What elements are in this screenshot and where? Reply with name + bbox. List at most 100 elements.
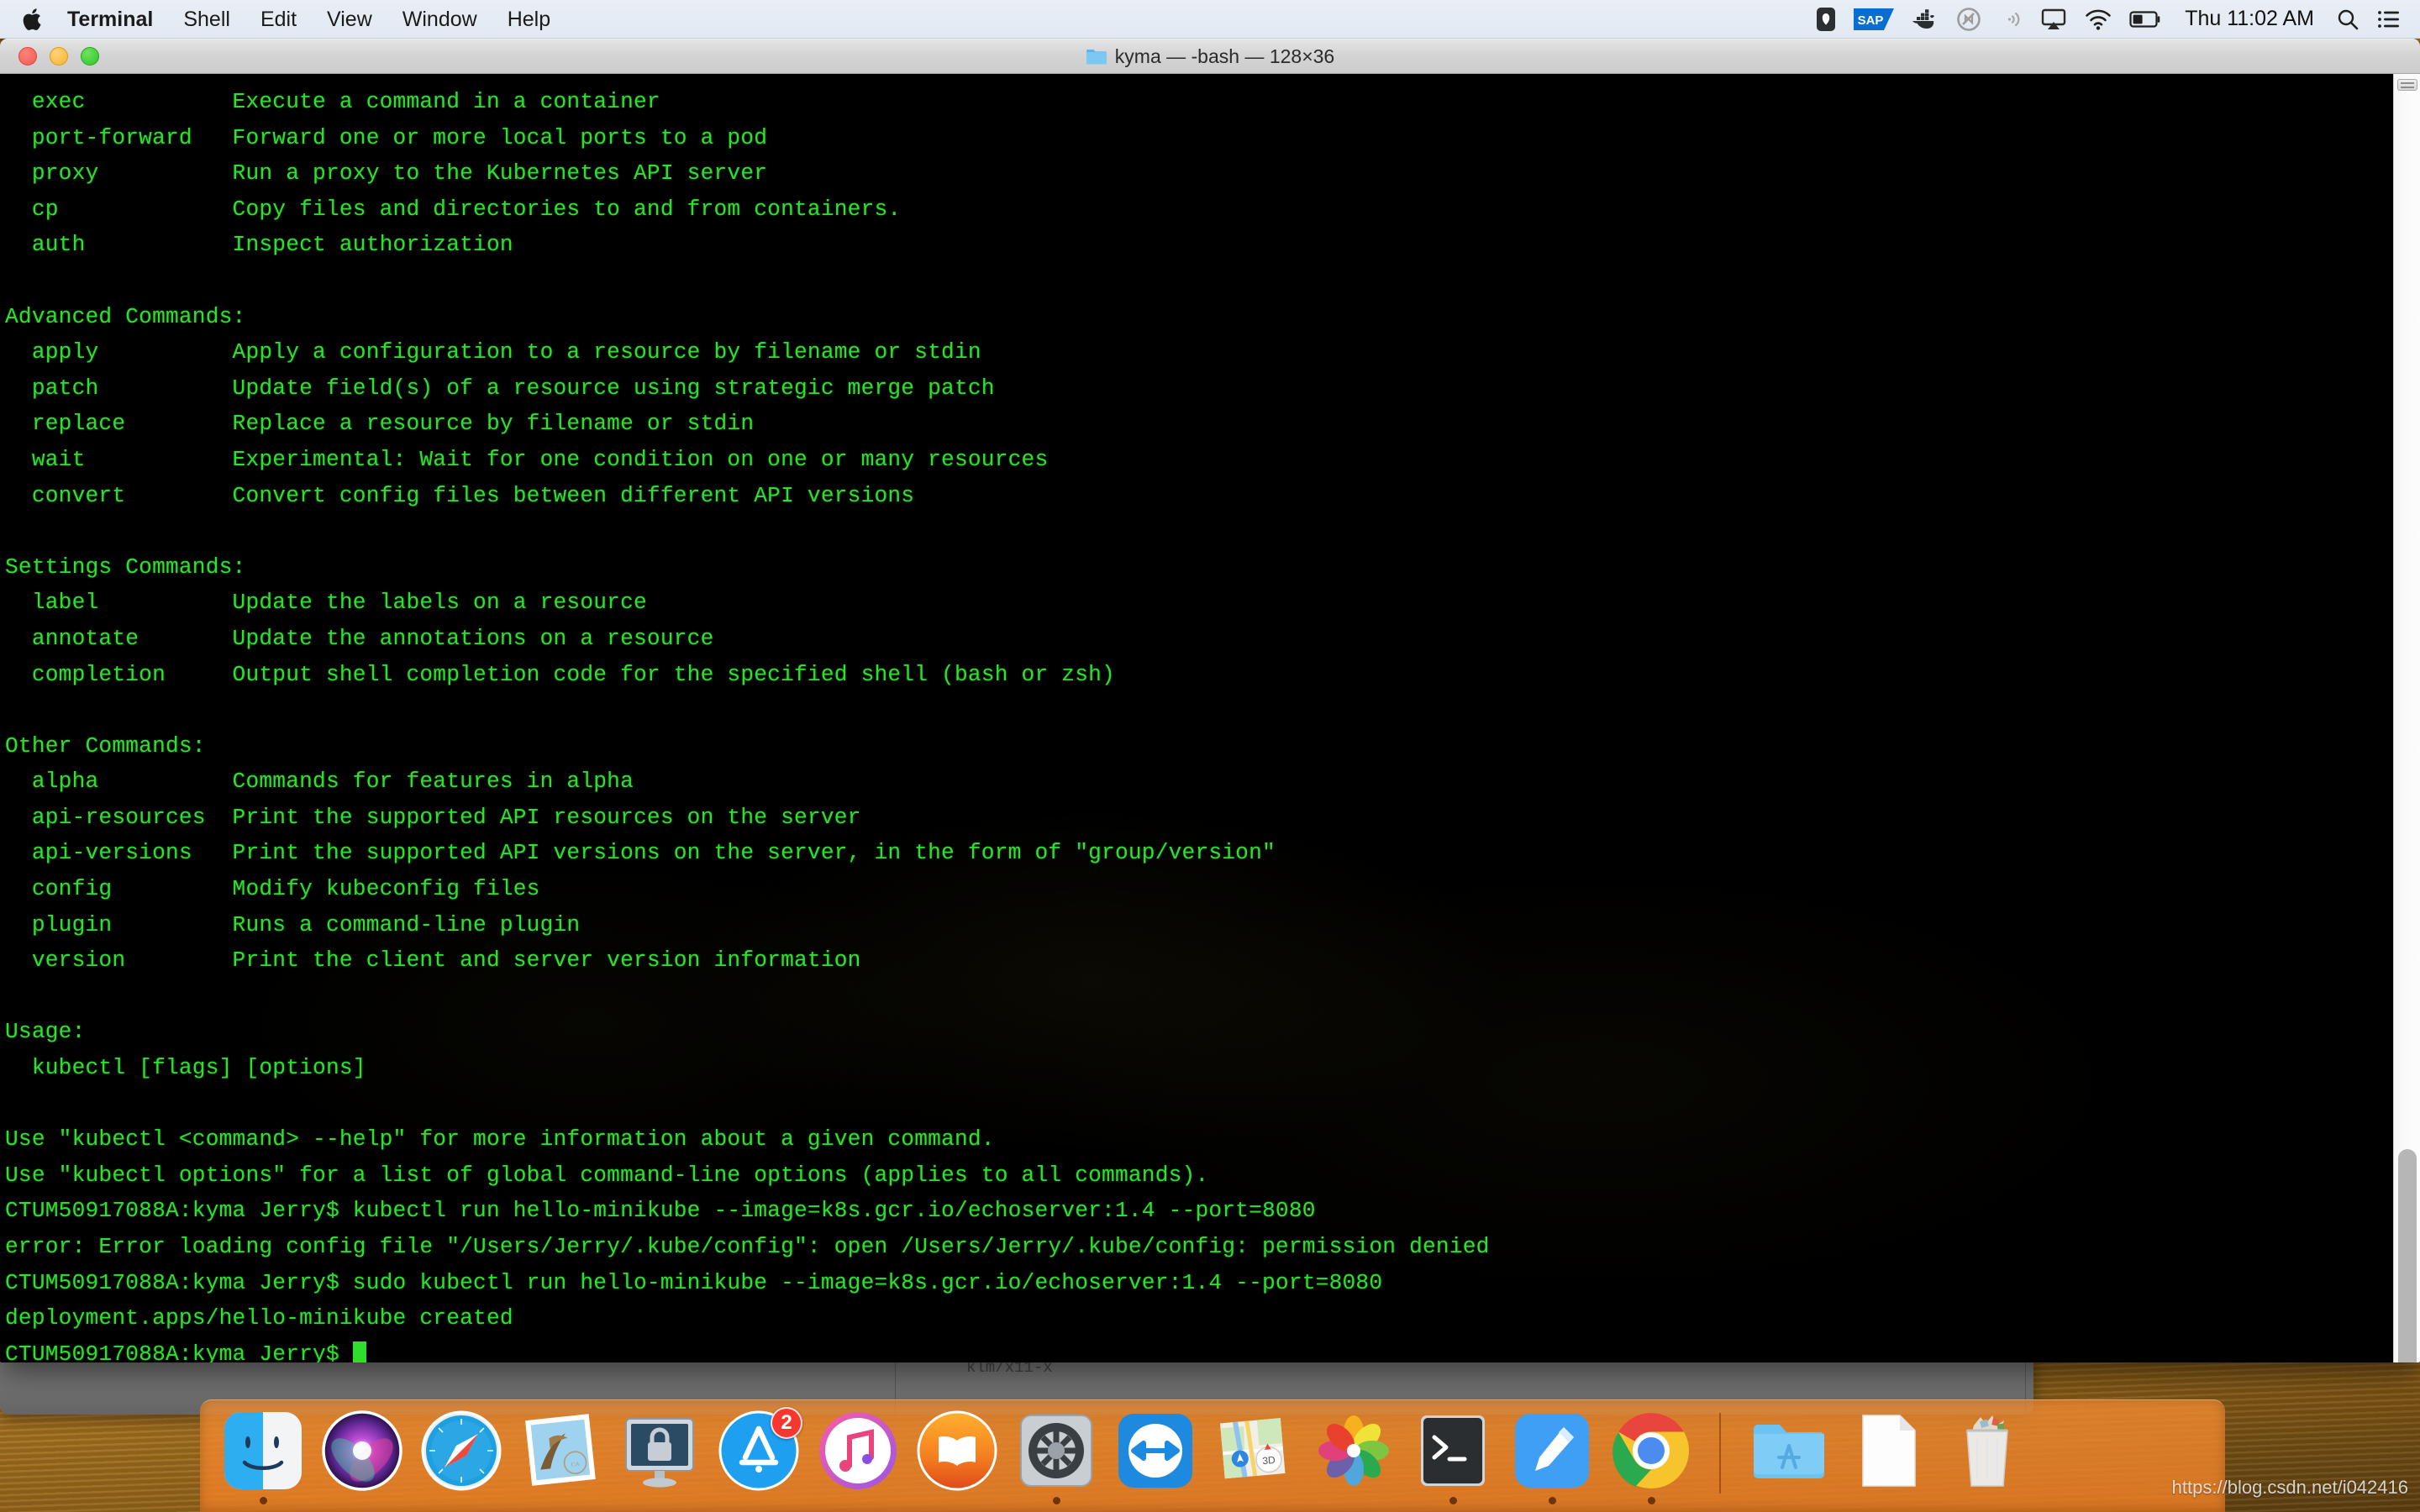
itunes-icon <box>816 1409 900 1493</box>
dock-item-teamviewer[interactable] <box>1106 1401 1205 1507</box>
terminal-line: alpha Commands for features in alpha <box>5 769 634 795</box>
safari-icon <box>419 1409 503 1493</box>
dock[interactable]: CA 2 3D <box>200 1399 2225 1512</box>
terminal-output[interactable]: exec Execute a command in a container po… <box>0 74 2393 1362</box>
terminal-title: kyma — -bash — 128×36 <box>0 39 2420 73</box>
search-icon[interactable] <box>2336 0 2360 39</box>
terminal-line: version Print the client and server vers… <box>5 948 861 974</box>
terminal-window[interactable]: kyma — -bash — 128×36 exec Execute a com… <box>0 39 2420 1362</box>
svg-text:SAP: SAP <box>1858 13 1884 28</box>
applications-folder-icon <box>1747 1409 1831 1493</box>
sap-icon[interactable]: SAP <box>1854 0 1895 39</box>
apple-logo-icon[interactable] <box>22 6 45 33</box>
terminal-line: label Update the labels on a resource <box>5 590 647 616</box>
running-indicator <box>1052 1497 1060 1504</box>
dock-item-screen-sharing[interactable] <box>610 1401 709 1507</box>
svg-text:CA: CA <box>571 1461 581 1468</box>
terminal-line: wait Experimental: Wait for one conditio… <box>5 446 1049 472</box>
terminal-body[interactable]: exec Execute a command in a container po… <box>0 74 2420 1362</box>
chrome-icon <box>1609 1409 1693 1493</box>
terminal-line: plugin Runs a command-line plugin <box>5 911 581 937</box>
running-indicator <box>557 1497 565 1504</box>
running-indicator <box>1449 1497 1457 1504</box>
terminal-line: cp Copy files and directories to and fro… <box>5 196 902 222</box>
dock-item-terminal[interactable] <box>1403 1401 1502 1507</box>
docker-icon[interactable] <box>1911 0 1939 39</box>
running-indicator <box>755 1497 763 1504</box>
terminal-line: Settings Commands: <box>5 554 246 580</box>
dock-item-photos[interactable] <box>1304 1401 1403 1507</box>
dock-item-app-store[interactable]: 2 <box>709 1401 808 1507</box>
screen-sharing-lock-icon <box>618 1409 702 1493</box>
maps-icon: 3D <box>1213 1409 1297 1493</box>
terminal-line: error: Error loading config file "/Users… <box>5 1234 1490 1259</box>
creative-cloud-icon[interactable] <box>1956 0 1981 39</box>
dock-item-safari[interactable] <box>412 1401 511 1507</box>
running-indicator <box>1548 1497 1556 1504</box>
terminal-line: Use "kubectl options" for a list of glob… <box>5 1162 1209 1188</box>
battery-icon[interactable] <box>2129 0 2163 39</box>
folder-icon <box>1086 47 1107 66</box>
close-button[interactable] <box>18 47 37 66</box>
terminal-title-bar[interactable]: kyma — -bash — 128×36 <box>0 39 2420 74</box>
running-indicator <box>656 1497 664 1504</box>
terminal-line: apply Apply a configuration to a resourc… <box>5 339 981 365</box>
terminal-line: CTUM50917088A:kyma Jerry$ kubectl run he… <box>5 1198 1316 1224</box>
menu-bar-status-area: SAP Thu 11:02 AM <box>1815 0 2420 38</box>
dock-item-maps[interactable]: 3D <box>1205 1401 1304 1507</box>
zoom-button[interactable] <box>81 47 99 66</box>
wifi-icon[interactable] <box>2084 0 2112 39</box>
menu-bar-clock[interactable]: Thu 11:02 AM <box>2180 7 2319 31</box>
backup-icon[interactable] <box>1998 0 2023 39</box>
airplay-icon[interactable] <box>2040 0 2067 39</box>
mail-icon: CA <box>518 1409 602 1493</box>
menu-item-window[interactable]: Window <box>387 0 492 39</box>
dock-item-system-preferences[interactable] <box>1007 1401 1106 1507</box>
dock-item-applications-folder[interactable] <box>1739 1401 1839 1507</box>
teamviewer-icon <box>1113 1409 1197 1493</box>
gear-icon <box>1014 1409 1098 1493</box>
app-store-icon: 2 <box>717 1407 802 1493</box>
menu-bar-left: Terminal Shell Edit View Window Help <box>0 0 566 38</box>
menu-item-help[interactable]: Help <box>492 0 566 39</box>
window-controls <box>0 47 99 66</box>
notes-icon <box>1510 1409 1594 1493</box>
dock-item-chrome[interactable] <box>1602 1401 1701 1507</box>
minimize-button[interactable] <box>50 47 68 66</box>
list-icon[interactable] <box>2376 0 2402 39</box>
evernote-icon[interactable] <box>1815 0 1837 39</box>
dock-item-trash[interactable] <box>1938 1401 2037 1507</box>
dock-item-document[interactable] <box>1839 1401 1938 1507</box>
trash-icon <box>1945 1409 2029 1493</box>
photos-icon <box>1312 1409 1396 1493</box>
terminal-prompt-line[interactable]: CTUM50917088A:kyma Jerry$ <box>5 1336 2393 1362</box>
menu-item-terminal[interactable]: Terminal <box>52 0 168 39</box>
dock-item-notes[interactable] <box>1502 1401 1602 1507</box>
dock-item-siri[interactable] <box>313 1401 412 1507</box>
app-store-badge: 2 <box>771 1407 802 1439</box>
terminal-line: completion Output shell completion code … <box>5 661 1115 687</box>
scrollbar-thumb[interactable] <box>2398 1149 2417 1362</box>
menu-item-view[interactable]: View <box>312 0 387 39</box>
menu-item-shell[interactable]: Shell <box>168 0 245 39</box>
terminal-line: Advanced Commands: <box>5 303 246 329</box>
svg-text:3D: 3D <box>1262 1454 1276 1467</box>
running-indicator <box>359 1497 366 1504</box>
menu-bar: Terminal Shell Edit View Window Help SAP <box>0 0 2420 39</box>
scrollbar-top-button[interactable] <box>2397 79 2417 91</box>
dock-item-finder[interactable] <box>213 1401 313 1507</box>
terminal-line: CTUM50917088A:kyma Jerry$ sudo kubectl r… <box>5 1269 1383 1295</box>
dock-item-books[interactable] <box>908 1401 1007 1507</box>
terminal-line: config Modify kubeconfig files <box>5 876 540 902</box>
menu-item-edit[interactable]: Edit <box>245 0 312 39</box>
running-indicator <box>1251 1497 1259 1504</box>
running-indicator <box>1152 1497 1160 1504</box>
dock-item-itunes[interactable] <box>808 1401 908 1507</box>
terminal-scrollbar[interactable] <box>2393 74 2420 1362</box>
dock-item-mail[interactable]: CA <box>511 1401 610 1507</box>
terminal-line: api-versions Print the supported API ver… <box>5 840 1276 866</box>
dock-separator <box>1719 1413 1721 1494</box>
